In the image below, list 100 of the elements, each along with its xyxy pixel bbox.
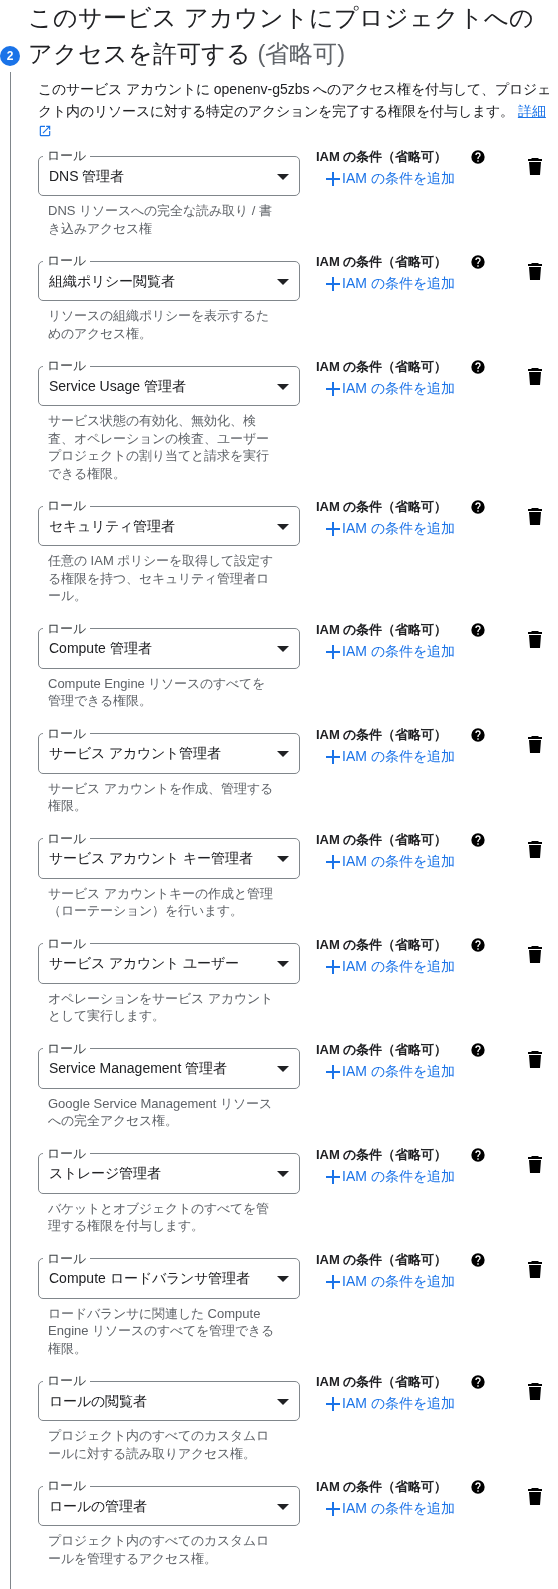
plus-icon [326,749,340,764]
add-condition-button[interactable]: IAM の条件を追加 [326,642,455,661]
delete-icon[interactable] [528,1260,542,1278]
help-icon[interactable] [470,149,486,165]
caret-icon [277,1398,289,1405]
delete-icon[interactable] [528,368,542,385]
delete-icon[interactable] [528,945,542,963]
help-icon[interactable] [470,621,486,638]
delete-icon[interactable] [528,1488,542,1505]
condition-label: IAM の条件（省略可） [316,148,448,166]
role-description: バケットとオブジェクトのすべてを管理する権限を付与します。 [48,1199,270,1235]
delete-icon[interactable] [528,158,542,175]
help-icon[interactable] [470,1479,486,1495]
role-select[interactable]: ロール DNS 管理者 [38,148,300,196]
role-select[interactable]: ロール ロールの管理者 [38,1478,300,1526]
caret-icon [277,523,289,530]
caret-icon [277,1276,289,1282]
add-condition-button[interactable]: IAM の条件を追加 [326,1500,455,1518]
step-title: このサービス アカウントにプロジェクトへのアクセスを許可する (省略可) [28,4,535,69]
help-icon[interactable] [470,1374,486,1390]
external-link-icon[interactable] [38,124,52,138]
delete-icon[interactable] [528,630,542,648]
delete-icon[interactable] [528,1050,542,1068]
delete-icon[interactable] [528,1155,542,1173]
role-select[interactable]: ロール セキュリティ管理者 [38,498,300,546]
condition-label: IAM の条件（省略可） [316,1478,448,1496]
step-number-badge: 2 [0,46,20,66]
condition-label: IAM の条件（省略可） [316,1145,448,1164]
add-condition-button[interactable]: IAM の条件を追加 [326,275,455,293]
condition-label: IAM の条件（省略可） [316,725,448,744]
condition-label: IAM の条件（省略可） [316,1040,448,1059]
role-description: Google Service Management リソースへの完全アクセス権。 [48,1094,273,1130]
condition-label: IAM の条件（省略可） [316,253,448,271]
plus-icon [326,1397,340,1411]
condition-label: IAM の条件（省略可） [316,620,448,639]
role-description: オペレーションをサービス アカウントとして実行します。 [48,989,274,1025]
plus-icon [326,644,340,659]
help-icon[interactable] [470,1146,486,1163]
delete-icon[interactable] [528,1383,542,1400]
plus-icon [326,1064,340,1079]
add-condition-button[interactable]: IAM の条件を追加 [326,380,455,398]
caret-icon [277,961,289,967]
help-icon[interactable] [470,499,486,515]
learn-more-link[interactable]: 詳細 [517,103,546,119]
add-condition-button[interactable]: IAM の条件を追加 [326,1167,455,1186]
help-icon[interactable] [470,936,486,953]
help-icon[interactable] [470,726,486,743]
caret-icon [277,1066,289,1072]
delete-icon[interactable] [528,263,542,280]
role-description: サービス状態の有効化、無効化、検査、オペレーションの検査、ユーザープロジェクトの割り当てと請求を実行できる権限。 [48,412,270,482]
role-select[interactable]: ロール Service Usage 管理者 [38,358,300,406]
add-condition-button[interactable]: IAM の条件を追加 [326,747,455,766]
caret-icon [277,1503,289,1510]
condition-label: IAM の条件（省略可） [316,358,448,376]
role-select[interactable]: ロール ロールの閲覧者 [38,1373,300,1421]
add-condition-button[interactable]: IAM の条件を追加 [326,520,455,538]
add-condition-button[interactable]: IAM の条件を追加 [326,957,455,976]
role-description: DNS リソースへの完全な読み取り / 書き込みアクセス権 [48,202,273,237]
help-icon[interactable] [470,359,486,375]
add-condition-button[interactable]: IAM の条件を追加 [326,1395,455,1413]
plus-icon [326,1169,340,1184]
plus-icon [326,277,340,291]
role-description: リソースの組織ポリシーを表示するためのアクセス権。 [48,307,270,342]
help-icon[interactable] [470,831,486,848]
add-condition-button[interactable]: IAM の条件を追加 [326,170,455,188]
role-description: サービス アカウントを作成、管理する権限。 [48,779,274,815]
add-condition-button[interactable]: IAM の条件を追加 [326,852,455,871]
caret-icon [277,646,289,652]
delete-icon[interactable] [528,735,542,753]
help-icon[interactable] [470,1041,486,1058]
caret-icon [277,856,289,862]
add-condition-button[interactable]: IAM の条件を追加 [326,1272,455,1291]
plus-icon [326,382,340,396]
plus-icon [326,1502,340,1516]
delete-icon[interactable] [528,840,542,858]
condition-label: IAM の条件（省略可） [316,935,448,954]
role-description: プロジェクト内のすべてのカスタムロールに対する読み取りアクセス権。 [48,1427,270,1462]
caret-icon [277,1171,289,1177]
plus-icon [326,959,340,974]
plus-icon [326,172,340,186]
delete-icon[interactable] [528,508,542,525]
help-icon[interactable] [470,1251,486,1268]
role-description: プロジェクト内のすべてのカスタムロールを管理するアクセス権。 [48,1532,270,1567]
add-condition-button[interactable]: IAM の条件を追加 [326,1062,455,1081]
condition-label: IAM の条件（省略可） [316,498,448,516]
step-description: このサービス アカウントに openenv-g5zbs へのアクセス権を付与して、プロジェクト内のリソースに対する特定のアクションを完了する権限を付与します。 詳細 [38,80,553,121]
role-description: サービス アカウントキーの作成と管理（ローテーション）を行います。 [48,884,274,920]
caret-icon [277,751,289,757]
help-icon[interactable] [470,254,486,270]
caret-icon [277,383,289,390]
caret-icon [277,278,289,285]
role-description: ロードバランサに関連した Compute Engine リソースのすべてを管理できる権限。 [48,1304,276,1357]
plus-icon [326,1274,340,1289]
role-description: 任意の IAM ポリシーを取得して設定する権限を持つ、セキュリティ管理者ロール。 [48,552,275,605]
condition-label: IAM の条件（省略可） [316,830,448,849]
plus-icon [326,522,340,536]
role-select[interactable]: ロール 組織ポリシー閲覧者 [38,253,300,301]
condition-label: IAM の条件（省略可） [316,1250,448,1269]
role-description: Compute Engine リソースのすべてを管理できる権限。 [48,674,267,710]
plus-icon [326,854,340,869]
